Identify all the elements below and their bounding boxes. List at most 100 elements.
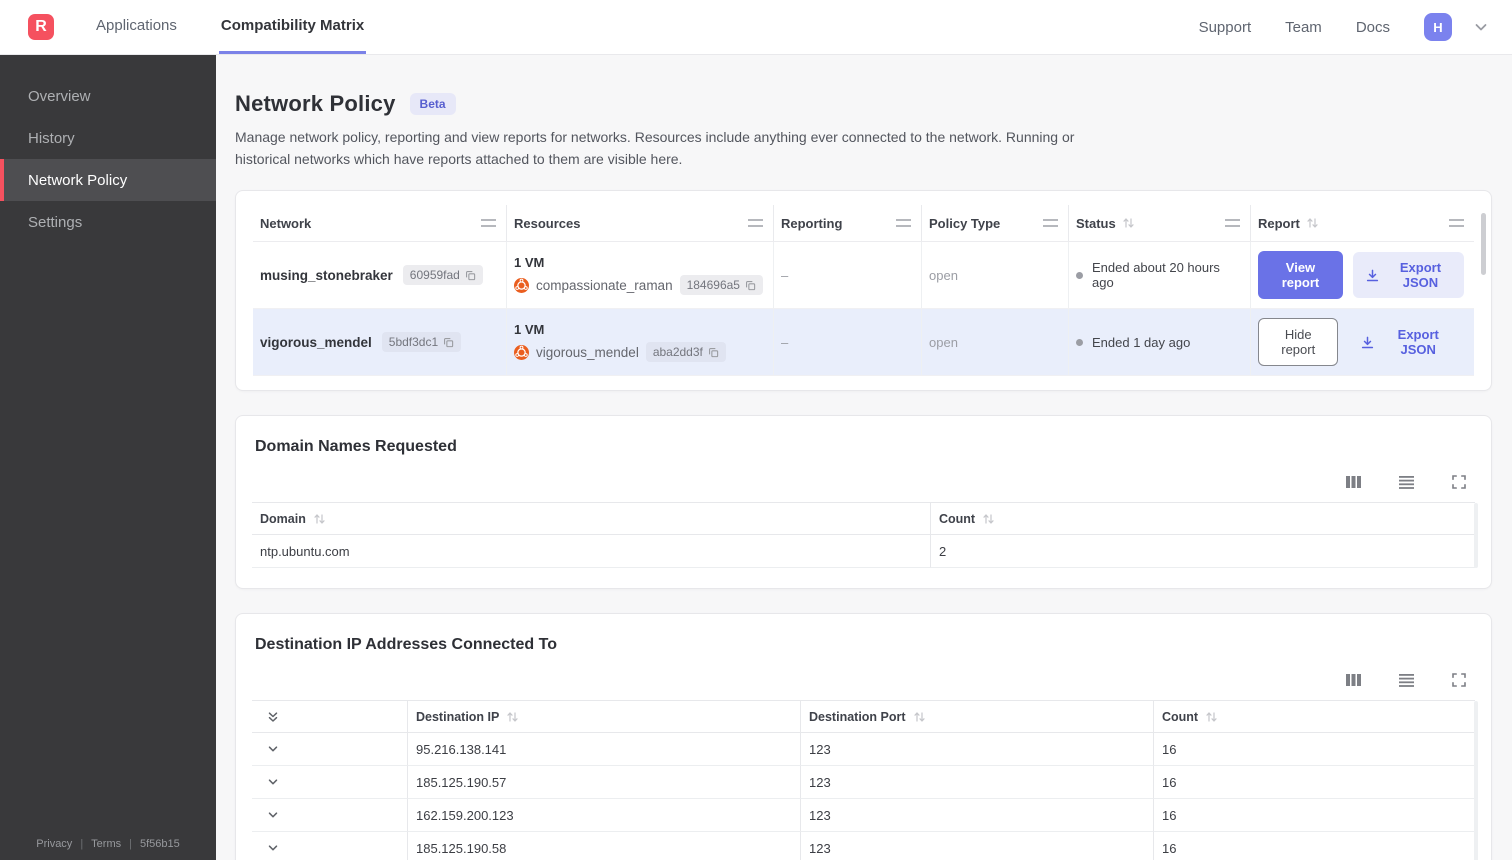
status-cell: Ended about 20 hours ago [1069,242,1251,309]
network-id-chip[interactable]: 60959fad [402,265,483,286]
domain-table-row[interactable]: ntp.ubuntu.com 2 [252,535,1475,569]
fullscreen-icon[interactable] [1451,672,1467,688]
sort-icon[interactable] [1205,711,1218,723]
export-json-button[interactable]: Export JSON [1352,252,1464,299]
row-expander[interactable] [252,766,407,800]
card-title: Domain Names Requested [255,438,457,456]
sidebar-item-network-policy[interactable]: Network Policy [0,159,216,201]
column-header-reporting[interactable]: Reporting [774,205,922,242]
column-menu-icon[interactable] [896,219,911,228]
domain-table-header: Domain Count [252,503,1475,536]
columns-icon[interactable] [1345,474,1362,490]
sidebar-item-overview[interactable]: Overview [0,75,216,117]
column-menu-icon[interactable] [1225,219,1240,228]
row-expander[interactable] [252,832,407,860]
network-id-chip[interactable]: 5bdf3dc1 [381,332,462,353]
destination-table-row[interactable]: 185.125.190.57 123 16 [252,766,1475,800]
row-expander[interactable] [252,799,407,833]
resource-id-chip[interactable]: aba2dd3f [645,342,726,363]
sidebar-item-settings[interactable]: Settings [0,201,216,243]
table-toolbar [236,658,1491,700]
logo-letter: R [35,18,47,35]
column-header-destination-ip[interactable]: Destination IP [407,701,800,734]
hide-report-button[interactable]: Hide report [1258,318,1339,367]
column-header-policy-type[interactable]: Policy Type [922,205,1069,242]
resources-cell: 1 VM vigorous_mendel aba2dd3f [507,309,774,376]
network-table-row[interactable]: musing_stonebraker 60959fad 1 VM compass… [253,242,1474,310]
ubuntu-icon [514,277,529,293]
network-name: vigorous_mendel [260,334,372,350]
count-cell: 16 [1153,766,1475,800]
row-density-icon[interactable] [1398,474,1415,490]
version-label: 5f56b15 [139,838,180,850]
column-menu-icon[interactable] [748,219,763,228]
avatar[interactable]: H [1424,13,1452,41]
status-dot [1076,338,1083,346]
tab-compatibility-matrix[interactable]: Compatibility Matrix [218,0,367,54]
column-header-report[interactable]: Report [1251,205,1474,241]
destination-ip-cell: 162.159.200.123 [407,799,800,833]
column-menu-icon[interactable] [1449,219,1464,228]
nav-link-docs[interactable]: Docs [1356,19,1390,36]
table-toolbar [236,460,1491,502]
double-chevron-down-icon [266,710,280,724]
sort-icon[interactable] [313,513,326,525]
page-description: Manage network policy, reporting and vie… [235,129,1075,167]
destination-table-row[interactable]: 162.159.200.123 123 16 [252,799,1475,833]
sort-icon[interactable] [982,513,995,525]
sort-icon[interactable] [1306,217,1319,229]
page-title: Network Policy [235,91,396,116]
chevron-down-icon [266,808,280,822]
network-table-card: Network Resources Reporting Policy Type [235,190,1492,392]
column-header-network[interactable]: Network [253,205,507,242]
copy-icon[interactable] [443,337,454,348]
view-report-button[interactable]: View report [1258,251,1343,300]
columns-icon[interactable] [1345,672,1362,688]
column-header-count[interactable]: Count [1153,701,1475,734]
reporting-cell: – [774,242,922,309]
row-density-icon[interactable] [1398,672,1415,688]
chevron-down-icon [266,841,280,855]
column-header-destination-port[interactable]: Destination Port [800,701,1153,734]
domain-names-card: Domain Names Requested Domain Count ntp.… [235,415,1492,590]
tab-applications[interactable]: Applications [94,0,179,54]
copy-icon[interactable] [708,347,719,358]
column-header-resources[interactable]: Resources [507,205,774,242]
expand-all-button[interactable] [252,701,407,734]
nav-link-team[interactable]: Team [1285,19,1322,36]
sidebar-item-history[interactable]: History [0,117,216,159]
report-cell: Hide report Export JSON [1251,309,1474,375]
column-header-status[interactable]: Status [1069,205,1251,242]
destination-table-row[interactable]: 185.125.190.58 123 16 [252,832,1475,860]
reporting-cell: – [774,309,922,376]
table-scrollbar[interactable] [1481,213,1486,276]
destination-ip-cell: 185.125.190.58 [407,832,800,860]
destination-table-header: Destination IP Destination Port Count [252,701,1475,734]
privacy-link[interactable]: Privacy [36,838,72,850]
count-cell: 16 [1153,799,1475,833]
sort-icon[interactable] [1122,217,1135,229]
copy-icon[interactable] [745,280,756,291]
export-json-button[interactable]: Export JSON [1348,319,1464,365]
destination-table-row[interactable]: 95.216.138.141 123 16 [252,733,1475,767]
column-header-domain[interactable]: Domain [252,503,930,536]
user-menu-button[interactable] [1472,18,1490,36]
sort-icon[interactable] [506,711,519,723]
card-title: Destination IP Addresses Connected To [255,636,557,654]
network-name: musing_stonebraker [260,267,393,283]
nav-link-support[interactable]: Support [1199,19,1252,36]
resource-id-chip[interactable]: 184696a5 [679,275,763,296]
copy-icon[interactable] [465,270,476,281]
download-icon [1360,335,1375,350]
column-menu-icon[interactable] [481,219,496,228]
column-header-count[interactable]: Count [930,503,1475,536]
terms-link[interactable]: Terms [91,838,121,850]
sort-icon[interactable] [913,711,926,723]
column-menu-icon[interactable] [1043,219,1058,228]
app-logo[interactable]: R [28,14,54,40]
domain-cell: ntp.ubuntu.com [252,535,930,569]
network-table-row[interactable]: vigorous_mendel 5bdf3dc1 1 VM vigorous_m… [253,309,1474,377]
resource-name: vigorous_mendel [536,344,639,360]
row-expander[interactable] [252,733,407,767]
fullscreen-icon[interactable] [1451,474,1467,490]
